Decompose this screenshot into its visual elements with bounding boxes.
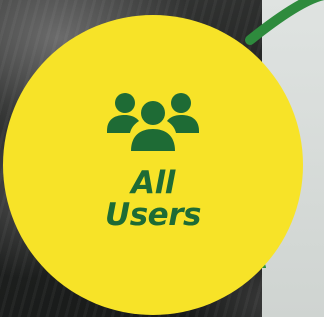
badge-label: All Users bbox=[105, 167, 201, 231]
badge-label-line2: Users bbox=[105, 197, 201, 233]
all-users-badge[interactable]: All Users bbox=[3, 15, 303, 315]
users-group-icon bbox=[107, 93, 199, 151]
all-users-card[interactable]: All Users bbox=[0, 0, 324, 317]
badge-label-line1: All bbox=[131, 165, 175, 201]
